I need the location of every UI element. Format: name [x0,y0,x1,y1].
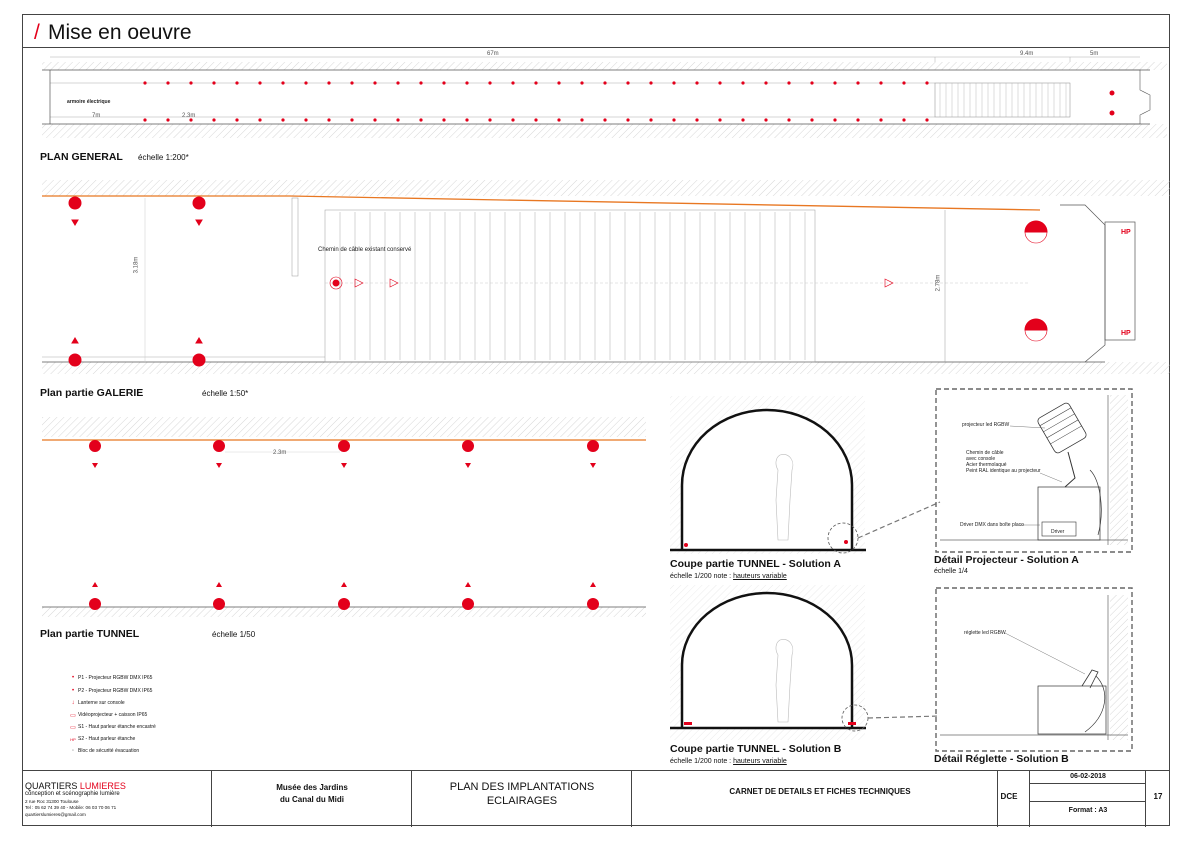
company-phone: Tel : 05 62 74 39 40 - Mobile: 06 03 70 … [25,805,117,810]
coupe-b-label: Coupe partie TUNNEL - Solution B [670,743,842,755]
dim-spacing-tunnel: 2.3m [273,450,287,456]
coupe-b-scale: échelle 1/200 note : hauteurs variable [670,758,787,765]
plan-galerie-label: Plan partie GALERIE [40,387,144,399]
armoire-label: armoire électrique [67,99,111,105]
coupe-a-drawing [670,396,941,554]
phase-text: DCE [1000,792,1018,801]
drawing-line-2: ECLAIRAGES [486,795,558,807]
company-address: 2 rue Roc 31300 Toulouse [25,799,79,804]
coupe-a-link: hauteurs variable [733,573,787,580]
detail-b-drawing [935,587,1133,752]
plan-general-drawing [42,56,1167,138]
legend-hp-icon: HP [70,736,76,742]
dim-total: 67m [487,51,499,57]
project-line-2: du Canal du Midi [280,795,344,804]
legend-text: Vidéoprojecteur + caisson IP65 [78,712,148,718]
legend-dot-icon: • [71,675,75,681]
legend-speaker-icon: ▭ [70,724,76,731]
project-cell: Musée des Jardins du Canal du Midi [212,771,412,827]
dim-mid: 9.4m [1020,51,1034,57]
legend-item: • P2 - Projecteur RGBW DMX IP65 [68,685,153,697]
legend-item: HP S2 - Haut parleur étanche [68,733,135,745]
date-text: 06-02-2018 [1070,773,1106,780]
legend-item: ▭ Vidéoprojecteur + caisson IP65 [68,709,147,721]
legend-item: ▫ Bloc de sécurité évacuation [68,745,139,757]
drawing-cell: PLAN DES IMPLANTATIONS ECLAIRAGES [412,771,632,827]
detail-a-scale: échelle 1/4 [934,568,968,575]
page-number: 17 [1153,792,1163,801]
title-block: QUARTIERS LUMIERES conception et scénogr… [22,770,1170,827]
legend-text: Lanterne sur console [78,700,125,706]
company-email: quartierslumieres@gmail.com [25,812,86,817]
legend-dot-icon: • [71,688,75,694]
carnet-cell: CARNET DE DETAILS ET FICHES TECHNIQUES [632,771,998,827]
project-line-1: Musée des Jardins [276,783,348,792]
legend-exit-icon: ▫ [71,748,75,754]
legend-text: P1 - Projecteur RGBW DMX IP65 [78,675,153,681]
detail-a-label: Détail Projecteur - Solution A [934,554,1079,566]
coupe-a-scale: échelle 1/200 note : hauteurs variable [670,573,787,580]
legend-item: ↓ Lanterne sur console [68,697,125,709]
format-text: Format : A3 [1068,807,1108,814]
coupe-a-label: Coupe partie TUNNEL - Solution A [670,558,841,570]
plan-tunnel-drawing [42,417,646,617]
cable-note: Chemin de câble existant conservé [318,247,412,253]
note-cable-4: Peint RAL identique au projecteur [966,468,1041,474]
legend-text: Bloc de sécurité évacuation [78,748,140,754]
plan-galerie-scale: échelle 1:50* [202,389,249,398]
phase-cell: DCE [988,771,1030,827]
date-format-cell: 06-02-2018 Format : A3 [1030,771,1146,827]
plan-tunnel-label: Plan partie TUNNEL [40,628,140,640]
legend-text: S1 - Haut parleur étanche encastré [78,724,156,730]
company-cell: QUARTIERS LUMIERES conception et scénogr… [22,771,212,827]
company-tagline: conception et scénographie lumière [25,791,120,797]
dim-height-left: 3.18m [133,256,140,274]
plan-general-scale: échelle 1:200* [138,153,189,162]
page-cell: 17 [1146,771,1170,827]
company-name: QUARTIERS LUMIERES [25,781,126,791]
dim-right: 5m [1090,51,1099,57]
dim-height-right: 2.78m [935,274,942,292]
drawing-canvas [42,56,1170,752]
dim-spacing-general: 2.3m [182,113,196,119]
legend-item: ▭ S1 - Haut parleur étanche encastré [68,721,156,733]
coupe-b-link: hauteurs variable [733,758,787,765]
driver-box-label: Driver [1051,529,1065,535]
drawing-line-1: PLAN DES IMPLANTATIONS [449,781,595,793]
note-driver: Driver DMX dans boîte placo [960,522,1024,528]
legend-text: S2 - Haut parleur étanche [78,736,136,742]
legend-arrow-icon: ↓ [71,700,75,706]
note-projector: projecteur led RGBW [962,422,1010,428]
plan-galerie-drawing [42,180,1170,374]
legend-box-icon: ▭ [70,712,76,719]
carnet-text: CARNET DE DETAILS ET FICHES TECHNIQUES [729,787,911,796]
hp-label-2: HP [1121,330,1131,337]
hp-label-1: HP [1121,229,1131,236]
plan-general-label: PLAN GENERAL [40,151,123,163]
detail-b-label: Détail Réglette - Solution B [934,753,1069,765]
legend-text: P2 - Projecteur RGBW DMX IP65 [78,688,153,694]
plan-tunnel-scale: échelle 1/50 [212,630,256,639]
coupe-b-drawing [670,585,941,740]
note-reglette: réglette led RGBW [964,630,1006,636]
dim-left: 7m [92,113,101,119]
legend-item: • P1 - Projecteur RGBW DMX IP65 [68,672,153,684]
